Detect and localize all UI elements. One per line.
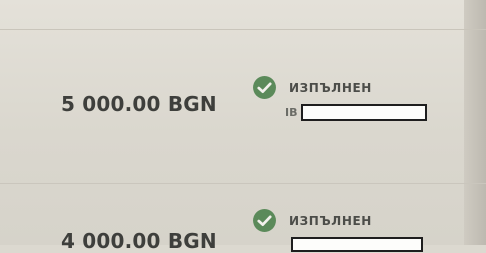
divider-top <box>0 29 486 30</box>
transaction-reference: IB <box>285 104 427 121</box>
check-circle-icon <box>253 76 276 99</box>
transaction-status: ИЗПЪЛНЕН <box>252 75 372 100</box>
transactions-panel <box>0 0 486 245</box>
redaction-box <box>301 104 427 121</box>
check-circle-icon <box>253 209 276 232</box>
transaction-amount: 4 000.00 BGN <box>61 229 217 253</box>
reference-prefix: IB <box>285 106 298 119</box>
divider-middle <box>0 183 486 184</box>
transaction-amount: 5 000.00 BGN <box>61 92 217 116</box>
transaction-status: ИЗПЪЛНЕН <box>252 208 372 233</box>
screen-edge <box>464 0 486 245</box>
status-label: ИЗПЪЛНЕН <box>289 213 372 228</box>
status-label: ИЗПЪЛНЕН <box>289 80 372 95</box>
